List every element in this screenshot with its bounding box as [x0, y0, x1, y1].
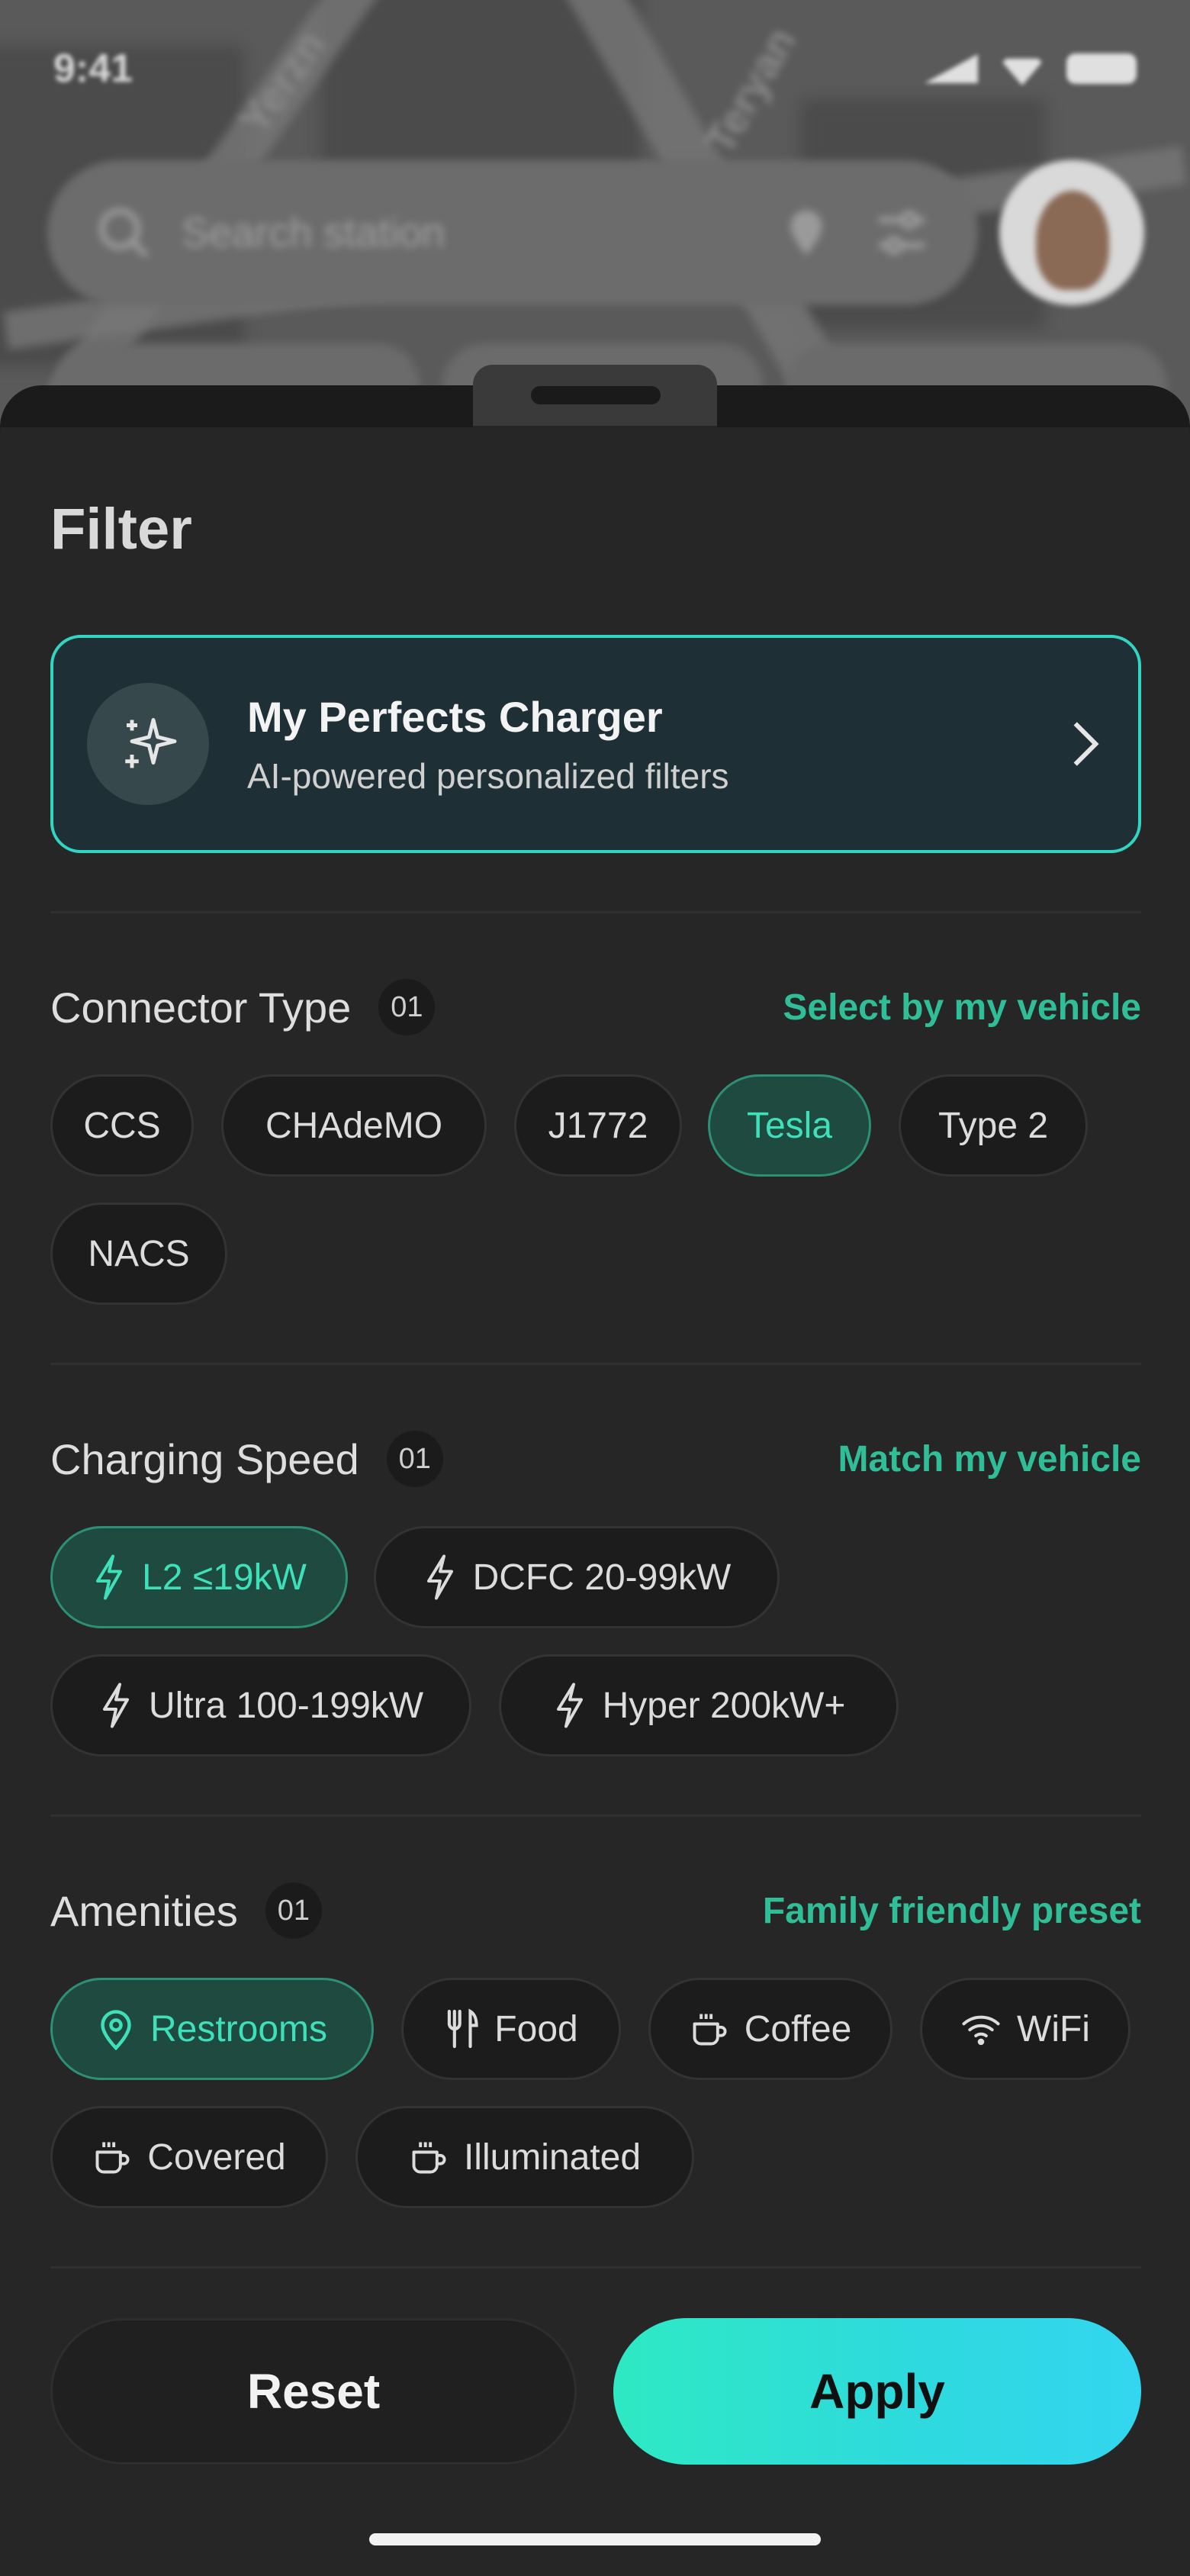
apply-button[interactable]: Apply — [613, 2318, 1141, 2465]
sheet-edge — [0, 385, 473, 427]
count-badge: 01 — [386, 1431, 443, 1487]
chip-food[interactable]: Food — [401, 1978, 621, 2080]
location-pin-icon[interactable] — [780, 202, 833, 263]
chip-label: NACS — [88, 1233, 190, 1274]
chip-wifi[interactable]: WiFi — [920, 1978, 1130, 2080]
section-title: Connector Type — [50, 983, 352, 1032]
search-icon — [98, 208, 149, 258]
select-by-vehicle-link[interactable]: Select by my vehicle — [783, 987, 1141, 1029]
coffee-cup-icon — [412, 2142, 446, 2174]
chip-coffee[interactable]: Coffee — [648, 1978, 892, 2080]
utensils-icon — [448, 2008, 478, 2049]
chip-label: L2 ≤19kW — [142, 1557, 307, 1598]
bolt-icon — [556, 1682, 583, 1728]
chip-label: Food — [494, 2008, 578, 2050]
chip-ccs[interactable]: CCS — [50, 1074, 194, 1177]
ai-icon-circle — [87, 683, 209, 805]
chip-ultra[interactable]: Ultra 100-199kW — [50, 1654, 471, 1757]
chip-label: Hyper 200kW+ — [602, 1685, 846, 1726]
ai-card-title: My Perfects Charger — [247, 692, 663, 741]
coffee-cup-icon — [693, 2014, 727, 2046]
chip-label: DCFC 20-99kW — [472, 1557, 732, 1598]
connector-type-header: Connector Type 01 Select by my vehicle — [50, 977, 1141, 1038]
sparkles-icon — [125, 718, 177, 768]
match-my-vehicle-link[interactable]: Match my vehicle — [838, 1438, 1142, 1480]
divider — [50, 1814, 1141, 1817]
divider — [50, 2266, 1141, 2268]
status-bar: 9:41 — [0, 31, 1190, 107]
coffee-cup-icon — [95, 2142, 130, 2174]
family-friendly-preset-link[interactable]: Family friendly preset — [763, 1890, 1141, 1932]
chip-illuminated[interactable]: Illuminated — [355, 2106, 694, 2208]
ai-card-subtitle: AI-powered personalized filters — [247, 755, 729, 796]
status-icons — [925, 52, 1137, 85]
battery-icon — [1066, 53, 1137, 84]
home-indicator — [369, 2533, 821, 2545]
signal-icon — [925, 54, 978, 83]
bolt-icon — [96, 1554, 123, 1600]
chip-label: Ultra 100-199kW — [148, 1685, 424, 1726]
ai-filter-card[interactable]: My Perfects Charger AI-powered personali… — [50, 635, 1141, 853]
chip-label: Illuminated — [463, 2136, 642, 2178]
chip-label: Covered — [147, 2136, 286, 2178]
chip-nacs[interactable]: NACS — [50, 1203, 227, 1305]
chip-type-2[interactable]: Type 2 — [899, 1074, 1088, 1177]
amenities-header: Amenities 01 Family friendly preset — [50, 1880, 1141, 1941]
chip-label: Type 2 — [938, 1105, 1049, 1146]
bolt-icon — [102, 1682, 129, 1728]
count-badge: 01 — [265, 1882, 322, 1939]
chip-dcfc[interactable]: DCFC 20-99kW — [374, 1526, 780, 1628]
search-bar[interactable]: Search station — [47, 160, 978, 305]
page-title: Filter — [50, 497, 192, 562]
location-pin-icon — [101, 2010, 131, 2051]
charging-speed-header: Charging Speed 01 Match my vehicle — [50, 1428, 1141, 1489]
search-placeholder: Search station — [182, 210, 445, 256]
chip-l2[interactable]: L2 ≤19kW — [50, 1526, 348, 1628]
count-badge: 01 — [378, 979, 436, 1035]
bolt-icon — [426, 1554, 453, 1600]
reset-button[interactable]: Reset — [50, 2318, 577, 2465]
chip-restrooms[interactable]: Restrooms — [50, 1978, 374, 2080]
chip-label: J1772 — [548, 1105, 648, 1146]
sheet-grabber[interactable] — [531, 386, 661, 404]
divider — [50, 1363, 1141, 1365]
chip-label: CCS — [83, 1105, 161, 1146]
chip-chademo[interactable]: CHAdeMO — [221, 1074, 487, 1177]
chip-label: Coffee — [744, 2008, 852, 2050]
chip-label: WiFi — [1017, 2008, 1090, 2050]
section-title: Charging Speed — [50, 1435, 359, 1483]
divider — [50, 911, 1141, 913]
avatar[interactable] — [999, 160, 1144, 305]
filter-sliders-icon[interactable] — [871, 202, 932, 263]
chevron-right-icon — [1073, 722, 1099, 766]
chip-j1772[interactable]: J1772 — [514, 1074, 682, 1177]
chip-label: Restrooms — [150, 2008, 328, 2050]
wifi-icon — [962, 2015, 1000, 2046]
chip-tesla[interactable]: Tesla — [708, 1074, 871, 1177]
sheet-edge — [717, 385, 1190, 427]
status-time: 9:41 — [53, 47, 133, 91]
section-title: Amenities — [50, 1886, 238, 1935]
chip-label: Tesla — [746, 1105, 833, 1146]
chip-label: CHAdeMO — [265, 1105, 443, 1146]
chip-covered[interactable]: Covered — [50, 2106, 328, 2208]
wifi-status-icon — [999, 58, 1045, 85]
chip-hyper[interactable]: Hyper 200kW+ — [499, 1654, 899, 1757]
